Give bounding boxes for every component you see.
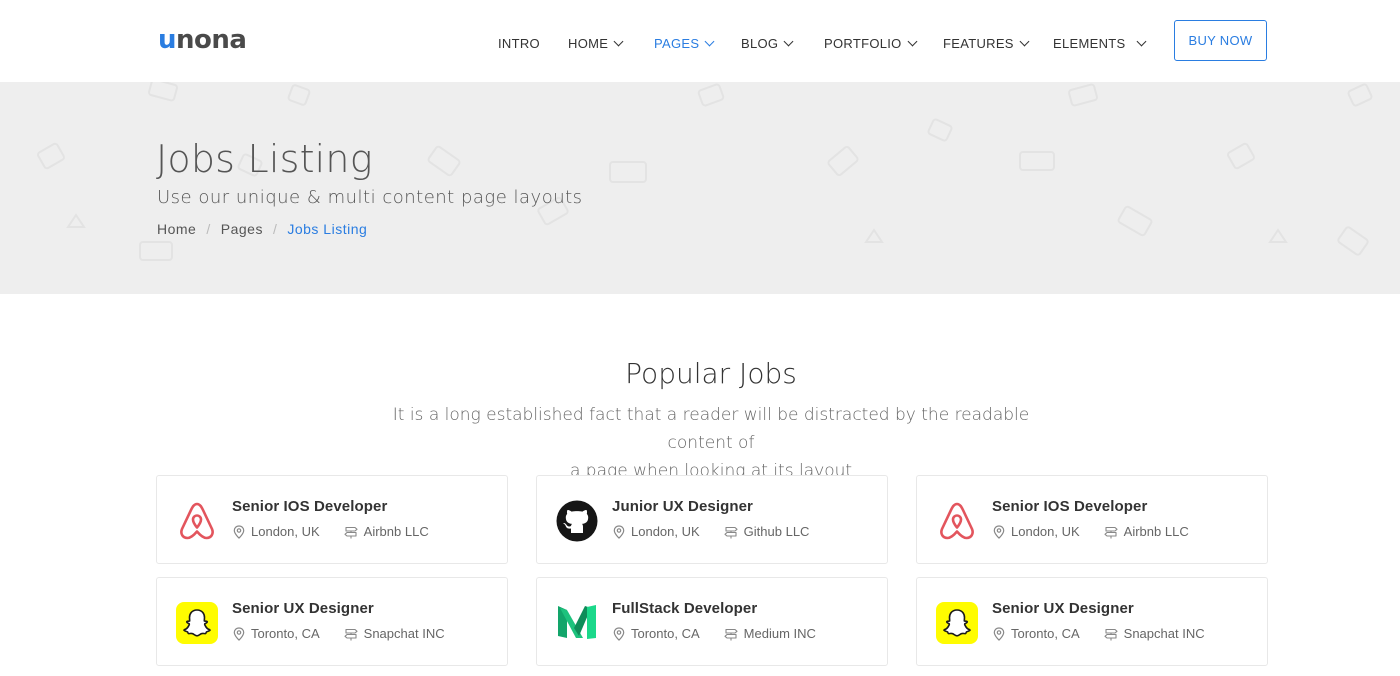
signpost-icon (344, 628, 358, 640)
nav-item-home[interactable]: HOME (568, 34, 624, 52)
map-pin-icon (613, 524, 625, 539)
job-title[interactable]: Senior UX Designer (992, 600, 1134, 617)
job-card[interactable]: Senior IOS Developer London, UK Airbnb LLC (156, 475, 508, 564)
job-title[interactable]: Senior IOS Developer (232, 498, 387, 515)
job-location: London, UK (251, 524, 320, 539)
job-card[interactable]: Senior UX Designer Toronto, CA Snapchat IN… (156, 577, 508, 666)
nav-item-elements[interactable]: ELEMENTS (1053, 34, 1147, 52)
job-company: Github LLC (743, 524, 810, 539)
job-card[interactable]: Junior UX Designer London, UK Github LLC (536, 475, 888, 564)
job-meta: London, UK Airbnb LLC (233, 524, 429, 539)
job-title[interactable]: Senior IOS Developer (992, 498, 1147, 515)
job-location: London, UK (631, 524, 700, 539)
chevron-down-icon (704, 36, 715, 46)
job-title[interactable]: Junior UX Designer (612, 498, 753, 515)
nav-item-features[interactable]: FEATURES (943, 34, 1030, 52)
breadcrumb-home[interactable]: Home (157, 221, 196, 237)
job-company: Snapchat INC (1123, 626, 1205, 641)
nav-item-intro[interactable]: INTRO (498, 34, 540, 52)
signpost-icon (724, 628, 738, 640)
job-company: Snapchat INC (363, 626, 445, 641)
chevron-down-icon (783, 36, 794, 46)
chevron-down-icon (1137, 36, 1147, 46)
job-meta: Toronto, CA Snapchat INC (233, 626, 445, 641)
job-company: Airbnb LLC (1123, 524, 1189, 539)
snapchat-logo-icon (936, 602, 978, 644)
signpost-icon (724, 526, 738, 538)
job-location: Toronto, CA (1011, 626, 1080, 641)
nav-item-blog[interactable]: BLOG (741, 34, 794, 52)
signpost-icon (1104, 526, 1118, 538)
breadcrumb: Home / Pages / Jobs Listing (157, 221, 367, 237)
job-location: Toronto, CA (251, 626, 320, 641)
breadcrumb-separator: / (272, 221, 278, 237)
nav-item-pages[interactable]: PAGES (654, 34, 715, 52)
chevron-down-icon (1019, 36, 1030, 46)
job-location: London, UK (1011, 524, 1080, 539)
signpost-icon (344, 526, 358, 538)
job-meta: London, UK Airbnb LLC (993, 524, 1189, 539)
chevron-down-icon (613, 36, 624, 46)
page-title: Jobs Listing (156, 137, 373, 181)
page-hero: Jobs Listing Use our unique & multi cont… (0, 82, 1400, 294)
job-title[interactable]: FullStack Developer (612, 600, 757, 617)
section-title: Popular Jobs (625, 357, 797, 390)
job-title[interactable]: Senior UX Designer (232, 600, 374, 617)
map-pin-icon (233, 626, 245, 641)
job-meta: London, UK Github LLC (613, 524, 809, 539)
map-pin-icon (993, 524, 1005, 539)
site-header: unona INTRO HOME PAGES BLOG PORTFOLIO FE… (0, 0, 1400, 82)
airbnb-logo-icon (936, 500, 978, 542)
page-subtitle: Use our unique & multi content page layo… (157, 187, 583, 208)
job-meta: Toronto, CA Snapchat INC (993, 626, 1205, 641)
map-pin-icon (613, 626, 625, 641)
job-location: Toronto, CA (631, 626, 700, 641)
job-card[interactable]: FullStack Developer Toronto, CA Medium INC (536, 577, 888, 666)
breadcrumb-pages[interactable]: Pages (221, 221, 263, 237)
map-pin-icon (233, 524, 245, 539)
breadcrumb-separator: / (206, 221, 211, 237)
nav-item-portfolio[interactable]: PORTFOLIO (824, 34, 918, 52)
chevron-down-icon (907, 36, 918, 46)
brand-logo[interactable]: unona (158, 24, 247, 56)
job-company: Medium INC (743, 626, 816, 641)
job-meta: Toronto, CA Medium INC (613, 626, 816, 641)
github-logo-icon (556, 500, 598, 542)
snapchat-logo-icon (176, 602, 218, 644)
breadcrumb-current: Jobs Listing (287, 221, 368, 237)
medium-logo-icon (556, 602, 598, 644)
airbnb-logo-icon (176, 500, 218, 542)
section-description: It is a long established fact that a rea… (392, 405, 1030, 481)
buy-now-button[interactable]: BUY NOW (1174, 20, 1267, 61)
job-card[interactable]: Senior UX Designer Toronto, CA Snapchat IN… (916, 577, 1268, 666)
job-company: Airbnb LLC (363, 524, 429, 539)
job-card[interactable]: Senior IOS Developer London, UK Airbnb LLC (916, 475, 1268, 564)
map-pin-icon (993, 626, 1005, 641)
signpost-icon (1104, 628, 1118, 640)
